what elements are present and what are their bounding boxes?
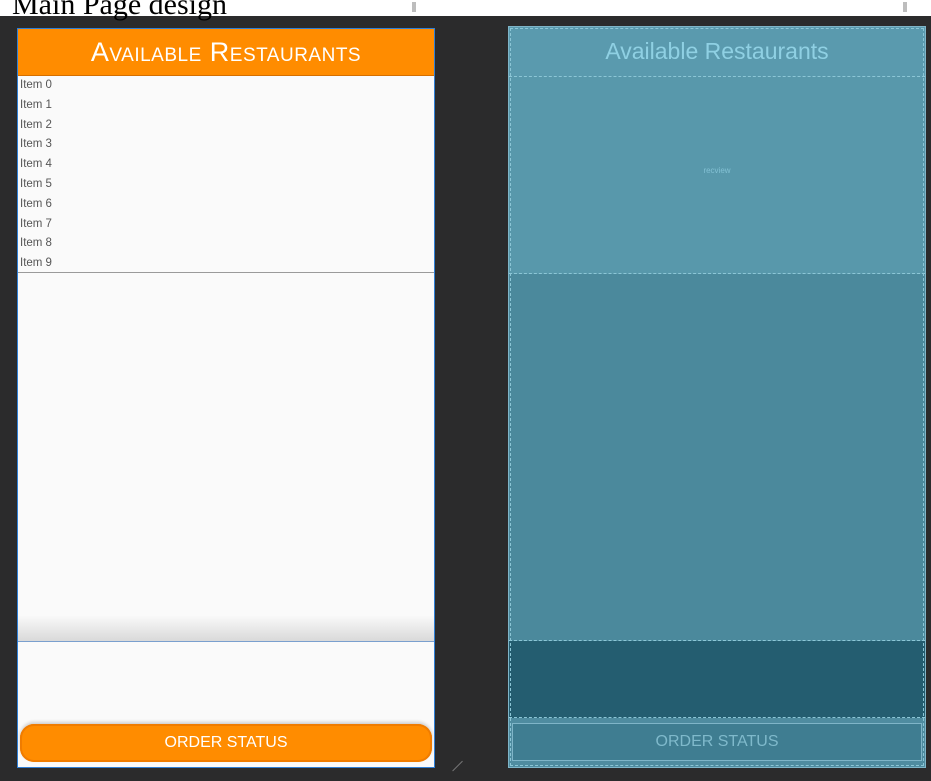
blueprint-empty-area[interactable] — [509, 274, 925, 641]
blueprint-frame[interactable] — [509, 641, 925, 718]
list-item[interactable]: Item 3 — [18, 135, 434, 155]
blueprint-view[interactable]: Available Restaurants recview ORDER STAT… — [508, 26, 926, 768]
list-item[interactable]: Item 8 — [18, 234, 434, 254]
blueprint-recview[interactable]: recview — [509, 77, 925, 274]
list-item[interactable]: Item 4 — [18, 155, 434, 175]
empty-area[interactable] — [18, 273, 434, 641]
list-item[interactable]: Item 6 — [18, 195, 434, 215]
list-item[interactable]: Item 0 — [18, 76, 434, 96]
frame-layout[interactable] — [18, 641, 434, 718]
title-bar[interactable]: Available Restaurants — [18, 29, 434, 76]
list-item[interactable]: Item 5 — [18, 175, 434, 195]
resize-handle-icon[interactable] — [452, 760, 473, 781]
ruler-tick — [903, 2, 907, 12]
restaurant-list[interactable]: Item 0 Item 1 Item 2 Item 3 Item 4 Item 5 Item… — [18, 76, 434, 273]
clipped-heading: Main Page design — [12, 0, 227, 21]
title-text: Available Restaurants — [90, 36, 362, 67]
design-preview[interactable]: Available Restaurants Item 0 Item 1 Item 2… — [17, 28, 435, 768]
top-strip: Main Page design — [0, 0, 931, 21]
list-item[interactable]: Item 2 — [18, 116, 434, 136]
recview-label: recview — [703, 165, 731, 175]
order-status-button[interactable]: ORDER STATUS — [20, 724, 432, 762]
blueprint-order-status-button[interactable]: ORDER STATUS — [512, 723, 922, 761]
list-item[interactable]: Item 7 — [18, 215, 434, 235]
list-item[interactable]: Item 9 — [18, 254, 434, 274]
ruler-tick — [412, 2, 416, 12]
blueprint-title[interactable]: Available Restaurants — [509, 27, 925, 77]
list-item[interactable]: Item 1 — [18, 96, 434, 116]
